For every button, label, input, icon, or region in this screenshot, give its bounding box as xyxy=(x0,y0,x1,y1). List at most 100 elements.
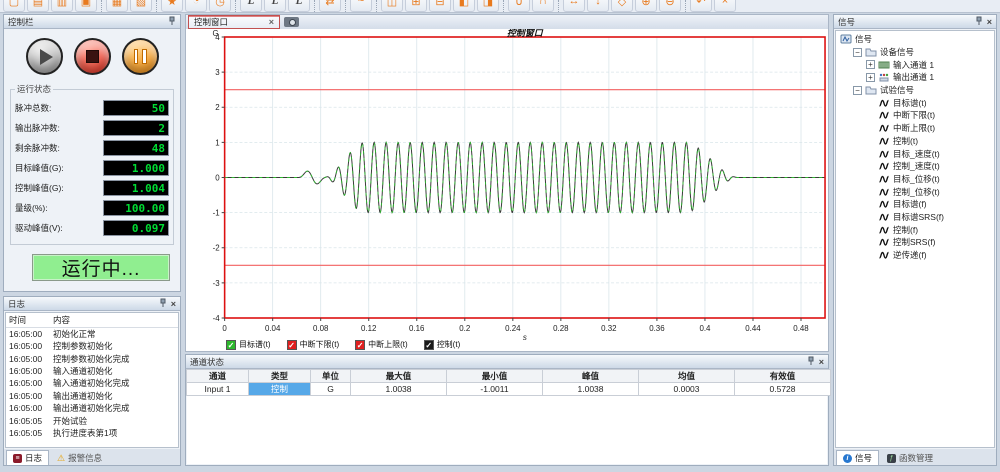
tree-expander-plus[interactable]: + xyxy=(866,73,875,82)
report-save-button[interactable]: ▧ xyxy=(130,0,152,12)
svg-text:-4: -4 xyxy=(213,314,221,323)
fit-vertical-button[interactable]: ↕ xyxy=(587,0,609,12)
status-field-row: 目标峰值(G):1.000 xyxy=(15,160,169,176)
transfer-function-button[interactable]: ⇄ xyxy=(319,0,341,12)
tree-expander-minus[interactable]: − xyxy=(853,86,862,95)
tree-item[interactable]: +输出通道 1 xyxy=(836,71,994,84)
file-open-button[interactable]: ▤ xyxy=(27,0,49,12)
tree-item[interactable]: 目标谱(t) xyxy=(836,96,994,109)
limit-channel-button[interactable]: L xyxy=(240,0,262,12)
legend-checkbox[interactable]: ✓ xyxy=(226,340,236,350)
undo-button[interactable]: ↶ xyxy=(690,0,712,12)
channel-cell: 1.0038 xyxy=(351,383,447,396)
log-row[interactable]: 16:05:00控制参数初始化完成 xyxy=(6,352,178,364)
log-row[interactable]: 16:05:00输出通道初始化 xyxy=(6,390,178,402)
log-row[interactable]: 16:05:00控制参数初始化 xyxy=(6,340,178,352)
cursor-sync-button[interactable]: ∩ xyxy=(532,0,554,12)
pin-icon[interactable] xyxy=(807,356,815,368)
tree-item[interactable]: −设备信号 xyxy=(836,46,994,59)
legend-checkbox[interactable]: ✓ xyxy=(355,340,365,350)
zoom-out-button[interactable]: ⊖ xyxy=(659,0,681,12)
cursor-link-button[interactable]: ∪ xyxy=(508,0,530,12)
fit-horizontal-button[interactable]: ↔ xyxy=(563,0,585,12)
tree-item[interactable]: +输入通道 1 xyxy=(836,58,994,71)
window-layout-2-button[interactable]: ⊞ xyxy=(405,0,427,12)
pause-button[interactable] xyxy=(122,38,159,75)
pin-icon[interactable] xyxy=(975,16,983,28)
play-button[interactable] xyxy=(26,38,63,75)
tree-expander-minus[interactable]: − xyxy=(853,48,862,57)
tree-item[interactable]: 目标_速度(t) xyxy=(836,147,994,160)
channel-column-header: 峰值 xyxy=(543,370,639,383)
run-status-title: 运行状态 xyxy=(15,83,53,95)
legend-checkbox[interactable]: ✓ xyxy=(424,340,434,350)
gauge-pie-button[interactable]: ◔ xyxy=(185,0,207,12)
schedule-star-button[interactable]: ★ xyxy=(161,0,183,12)
stop-button[interactable] xyxy=(74,38,111,75)
log-cell: 16:05:00 xyxy=(6,365,50,377)
log-row[interactable]: 16:05:00输入通道初始化 xyxy=(6,365,178,377)
timer-clock-button[interactable]: ◷ xyxy=(209,0,231,12)
tree-item[interactable]: 目标谱(f) xyxy=(836,198,994,211)
tree-item[interactable]: 控制_位移(t) xyxy=(836,185,994,198)
window-layout-1-button[interactable]: ◫ xyxy=(381,0,403,12)
report-new-button[interactable]: ▦ xyxy=(106,0,128,12)
log-cell: 16:05:00 xyxy=(6,328,50,341)
log-row[interactable]: 16:05:05执行进度表第1项 xyxy=(6,427,178,439)
log-row[interactable]: 16:05:00输入通道初始化完成 xyxy=(6,377,178,389)
tree-expander-plus[interactable]: + xyxy=(866,60,875,69)
legend-item[interactable]: ✓中断下限(t) xyxy=(287,339,340,350)
control-chart[interactable]: 43210-1-2-3-400.040.080.120.160.20.240.2… xyxy=(185,29,829,352)
chart-type-1-button[interactable]: ◧ xyxy=(453,0,475,12)
log-tab-报警信息[interactable]: ⚠报警信息 xyxy=(50,450,109,465)
limit-abort-button[interactable]: L xyxy=(264,0,286,12)
log-row[interactable]: 16:05:00初始化正常 xyxy=(6,328,178,341)
log-row[interactable]: 16:05:00输出通道初始化完成 xyxy=(6,402,178,414)
signal-tab-信号[interactable]: i信号 xyxy=(836,450,879,465)
fit-page-button[interactable]: ◇ xyxy=(611,0,633,12)
tree-item[interactable]: 目标_位移(t) xyxy=(836,173,994,186)
camera-icon[interactable] xyxy=(284,17,299,27)
limit-alarm-button[interactable]: L xyxy=(288,0,310,12)
log-tab-日志[interactable]: ≡日志 xyxy=(6,450,49,465)
legend-item[interactable]: ✓控制(t) xyxy=(424,339,461,350)
svg-text:-3: -3 xyxy=(213,279,221,288)
signal-wave-button[interactable]: ~ xyxy=(350,0,372,12)
tree-item-label: 控制(t) xyxy=(893,135,918,147)
file-new-button[interactable]: ▢ xyxy=(3,0,25,12)
pin-icon[interactable] xyxy=(168,16,176,28)
tree-item[interactable]: 控制(t) xyxy=(836,135,994,148)
tree-item[interactable]: 信号 xyxy=(836,33,994,46)
close-icon[interactable]: × xyxy=(269,17,274,27)
tree-item[interactable]: 逆传递(f) xyxy=(836,249,994,262)
pin-icon[interactable] xyxy=(159,298,167,310)
svg-text:1: 1 xyxy=(215,138,220,147)
close-icon[interactable]: × xyxy=(987,18,992,26)
window-layout-3-button[interactable]: ⊟ xyxy=(429,0,451,12)
close-button[interactable]: × xyxy=(714,0,736,12)
toolbar-separator xyxy=(376,0,377,12)
tree-item[interactable]: 控制SRS(f) xyxy=(836,236,994,249)
channel-row[interactable]: Input 1控制G1.0038-1.00111.00380.00030.572… xyxy=(187,383,831,396)
tree-item[interactable]: 中断上限(t) xyxy=(836,122,994,135)
tree-item[interactable]: 中断下限(t) xyxy=(836,109,994,122)
signal-tab-函数管理[interactable]: ƒ函数管理 xyxy=(880,450,940,465)
zoom-in-button[interactable]: ⊕ xyxy=(635,0,657,12)
tree-item[interactable]: 控制_速度(t) xyxy=(836,160,994,173)
status-field-value: 48 xyxy=(103,140,169,156)
file-print-button[interactable]: ▥ xyxy=(51,0,73,12)
chart-type-2-button[interactable]: ◨ xyxy=(477,0,499,12)
chart-plot[interactable]: 43210-1-2-3-400.040.080.120.160.20.240.2… xyxy=(186,29,828,341)
close-icon[interactable]: × xyxy=(819,358,824,366)
legend-checkbox[interactable]: ✓ xyxy=(287,340,297,350)
transport-buttons xyxy=(4,29,180,81)
tab-control-window[interactable]: 控制窗口 × xyxy=(188,15,280,29)
legend-item[interactable]: ✓目标谱(t) xyxy=(226,339,271,350)
tree-item[interactable]: 控制(f) xyxy=(836,223,994,236)
log-row[interactable]: 16:05:05开始试验 xyxy=(6,414,178,426)
close-icon[interactable]: × xyxy=(171,300,176,308)
legend-item[interactable]: ✓中断上限(t) xyxy=(355,339,408,350)
file-save-button[interactable]: ▣ xyxy=(75,0,97,12)
tree-item[interactable]: −试验信号 xyxy=(836,84,994,97)
tree-item[interactable]: 目标谱SRS(f) xyxy=(836,211,994,224)
